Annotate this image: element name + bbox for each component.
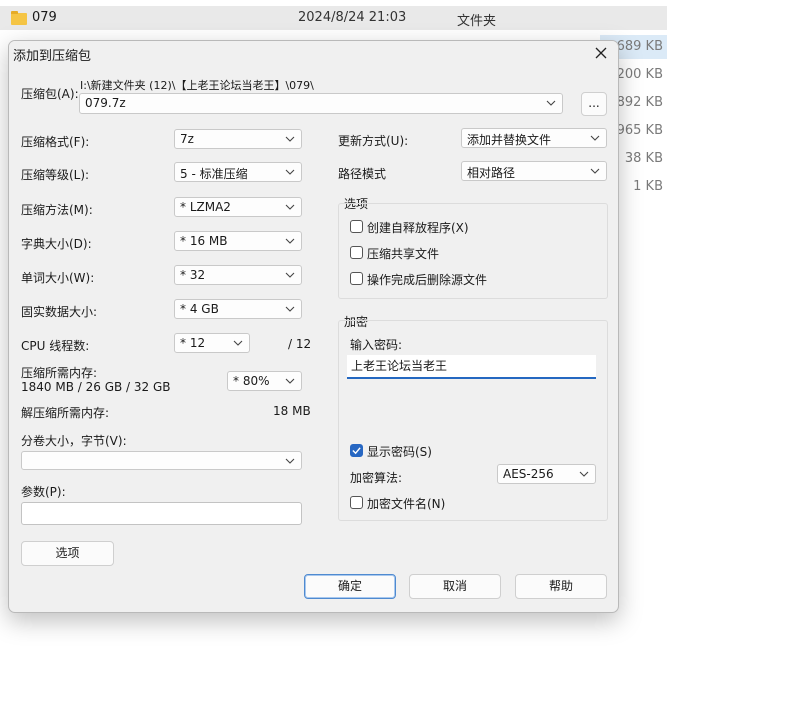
dict-label: 字典大小(D): xyxy=(21,237,92,251)
path-select[interactable]: 相对路径 xyxy=(461,161,607,181)
close-icon xyxy=(595,47,607,59)
explorer-row-079[interactable]: 079 2024/8/24 21:03 文件夹 xyxy=(0,6,667,30)
chevron-down-icon xyxy=(285,199,297,215)
archive-path: I:\新建文件夹 (12)\【上老王论坛当老王】\079\ xyxy=(80,79,314,92)
word-value: * 32 xyxy=(180,268,206,282)
ok-button[interactable]: 确定 xyxy=(304,574,396,599)
row-name: 079 xyxy=(32,10,57,25)
close-button[interactable] xyxy=(590,43,612,63)
enc-method-select[interactable]: AES-256 xyxy=(497,464,596,484)
file-size: 1 KB xyxy=(633,179,663,194)
folder-icon xyxy=(11,11,27,25)
mem-detail: 1840 MB / 26 GB / 32 GB xyxy=(21,380,171,394)
params-input[interactable] xyxy=(21,502,302,525)
method-label: 压缩方法(M): xyxy=(21,203,93,217)
solid-label: 固实数据大小: xyxy=(21,305,98,319)
delete-label[interactable]: 操作完成后删除源文件 xyxy=(367,271,487,288)
add-to-archive-dialog: 添加到压缩包 压缩包(A): I:\新建文件夹 (12)\【上老王论坛当老王】\… xyxy=(8,40,619,613)
level-label: 压缩等级(L): xyxy=(21,168,90,182)
cancel-button[interactable]: 取消 xyxy=(409,574,501,599)
chevron-down-icon xyxy=(285,301,297,317)
mem-label: 压缩所需内存: xyxy=(21,366,98,380)
shared-checkbox[interactable] xyxy=(350,246,363,259)
password-input[interactable]: 上老王论坛当老王 xyxy=(347,355,596,379)
chevron-down-icon xyxy=(285,453,297,469)
threads-label: CPU 线程数: xyxy=(21,339,90,353)
chevron-down-icon xyxy=(285,267,297,283)
split-label: 分卷大小，字节(V): xyxy=(21,434,127,448)
split-select[interactable] xyxy=(21,451,302,470)
method-select[interactable]: * LZMA2 xyxy=(174,197,302,217)
dict-select[interactable]: * 16 MB xyxy=(174,231,302,251)
chevron-down-icon xyxy=(233,335,245,351)
chevron-down-icon xyxy=(285,164,297,180)
word-label: 单词大小(W): xyxy=(21,271,95,285)
update-select[interactable]: 添加并替换文件 xyxy=(461,128,607,148)
title-bar: 添加到压缩包 xyxy=(9,41,618,65)
level-value: 5 - 标准压缩 xyxy=(180,167,248,181)
archive-name-value: 079.7z xyxy=(85,96,126,110)
solid-value: * 4 GB xyxy=(180,302,219,316)
path-value: 相对路径 xyxy=(467,166,516,180)
update-value: 添加并替换文件 xyxy=(467,133,552,147)
shared-label[interactable]: 压缩共享文件 xyxy=(367,245,439,262)
options-button[interactable]: 选项 xyxy=(21,541,114,566)
row-date: 2024/8/24 21:03 xyxy=(298,10,407,25)
archive-name-combo[interactable]: 079.7z xyxy=(79,93,563,114)
password-label: 输入密码: xyxy=(350,338,403,352)
format-value: 7z xyxy=(180,132,194,146)
decomp-value: 18 MB xyxy=(273,404,311,418)
decomp-label: 解压缩所需内存: xyxy=(21,406,110,420)
archive-label: 压缩包(A): xyxy=(21,87,79,101)
chevron-down-icon xyxy=(579,466,591,482)
chevron-down-icon xyxy=(590,130,602,146)
method-value: * LZMA2 xyxy=(180,200,231,214)
show-password-checkbox[interactable] xyxy=(350,444,363,457)
mem-select[interactable]: * 80% xyxy=(227,371,302,391)
dialog-title: 添加到压缩包 xyxy=(13,49,92,64)
sfx-checkbox[interactable] xyxy=(350,220,363,233)
params-label: 参数(P): xyxy=(21,485,66,499)
format-label: 压缩格式(F): xyxy=(21,135,90,149)
sfx-label[interactable]: 创建自释放程序(X) xyxy=(367,219,469,236)
update-label: 更新方式(U): xyxy=(338,134,409,148)
word-select[interactable]: * 32 xyxy=(174,265,302,285)
row-type: 文件夹 xyxy=(457,14,497,29)
chevron-down-icon xyxy=(546,95,558,111)
chevron-down-icon xyxy=(285,131,297,147)
chevron-down-icon xyxy=(590,163,602,179)
threads-value: * 12 xyxy=(180,336,206,350)
path-label: 路径模式 xyxy=(338,167,387,181)
file-size: 38 KB xyxy=(624,151,663,166)
format-select[interactable]: 7z xyxy=(174,129,302,149)
enc-method-value: AES-256 xyxy=(503,467,554,481)
level-select[interactable]: 5 - 标准压缩 xyxy=(174,162,302,182)
threads-max: / 12 xyxy=(288,337,312,351)
encrypt-names-checkbox[interactable] xyxy=(350,496,363,509)
chevron-down-icon xyxy=(285,373,297,389)
delete-checkbox[interactable] xyxy=(350,272,363,285)
dict-value: * 16 MB xyxy=(180,234,228,248)
show-password-label[interactable]: 显示密码(S) xyxy=(367,443,432,460)
threads-select[interactable]: * 12 xyxy=(174,333,250,353)
solid-select[interactable]: * 4 GB xyxy=(174,299,302,319)
enc-method-label: 加密算法: xyxy=(350,471,403,485)
mem-value: * 80% xyxy=(233,374,270,388)
encrypt-names-label[interactable]: 加密文件名(N) xyxy=(367,495,445,512)
checkmark-icon xyxy=(352,447,361,455)
chevron-down-icon xyxy=(285,233,297,249)
help-button[interactable]: 帮助 xyxy=(515,574,607,599)
browse-button[interactable]: ... xyxy=(581,92,607,116)
